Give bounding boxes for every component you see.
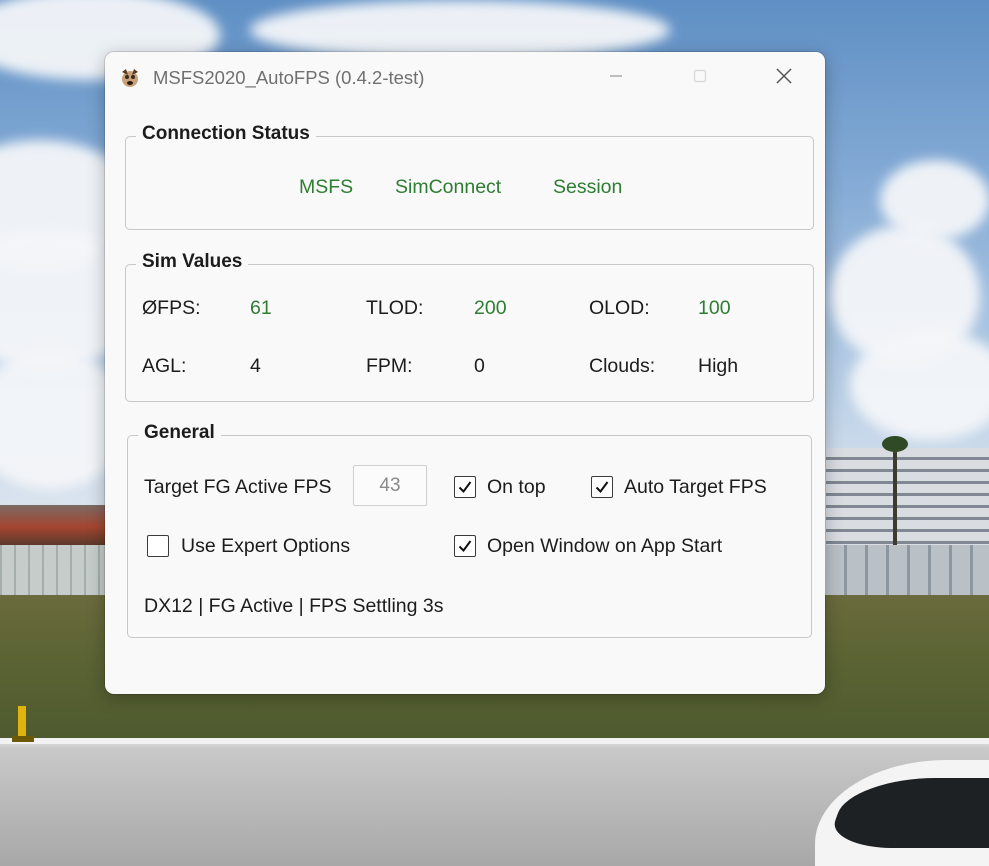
open-window-label[interactable]: Open Window on App Start — [487, 535, 722, 558]
auto-target-fps-checkbox[interactable] — [591, 476, 613, 498]
clouds-label: Clouds: — [589, 355, 656, 377]
maximize-icon — [692, 68, 708, 89]
on-top-label[interactable]: On top — [487, 476, 546, 499]
fpm-label: FPM: — [366, 355, 413, 377]
minimize-button[interactable] — [593, 60, 639, 96]
olod-value: 100 — [698, 297, 731, 319]
expert-options-checkbox[interactable] — [147, 535, 169, 557]
checkmark-icon — [458, 540, 472, 553]
fps-label: ØFPS: — [142, 297, 201, 319]
app-logo-icon — [119, 67, 141, 89]
app-window: MSFS2020_AutoFPS (0.4.2-test) Connection… — [105, 52, 825, 694]
expert-options-label[interactable]: Use Expert Options — [181, 535, 350, 558]
clouds-value: High — [698, 355, 739, 377]
tlod-value: 200 — [474, 297, 507, 319]
maximize-button[interactable] — [677, 60, 723, 96]
sim-values-group: Sim Values ØFPS: 61 TLOD: 200 OLOD: 100 … — [125, 251, 814, 402]
general-group: General Target FG Active FPS On top Auto… — [127, 422, 812, 638]
checkmark-icon — [458, 481, 472, 494]
agl-value: 4 — [250, 355, 261, 377]
olod-label: OLOD: — [589, 297, 650, 319]
window-title: MSFS2020_AutoFPS (0.4.2-test) — [153, 67, 425, 88]
auto-target-fps-label[interactable]: Auto Target FPS — [624, 476, 767, 499]
close-button[interactable] — [761, 60, 807, 96]
agl-label: AGL: — [142, 355, 187, 377]
status-session: Session — [553, 176, 623, 198]
tlod-label: TLOD: — [366, 297, 424, 319]
on-top-checkbox[interactable] — [454, 476, 476, 498]
connection-status-label: Connection Status — [136, 123, 316, 145]
general-label: General — [138, 422, 221, 444]
open-window-checkbox[interactable] — [454, 535, 476, 557]
checkmark-icon — [595, 481, 609, 494]
close-icon — [775, 67, 793, 90]
sim-values-label: Sim Values — [136, 251, 249, 273]
minimize-icon — [608, 68, 624, 89]
connection-status-group: Connection Status MSFS SimConnect Sessio… — [125, 123, 814, 230]
target-fps-input[interactable] — [353, 465, 427, 506]
target-fps-label: Target FG Active FPS — [144, 476, 332, 498]
fpm-value: 0 — [474, 355, 485, 377]
status-simconnect: SimConnect — [395, 176, 502, 198]
status-msfs: MSFS — [299, 176, 354, 198]
title-bar[interactable]: MSFS2020_AutoFPS (0.4.2-test) — [105, 52, 825, 104]
fps-value: 61 — [250, 297, 272, 319]
status-line: DX12 | FG Active | FPS Settling 3s — [144, 595, 444, 617]
